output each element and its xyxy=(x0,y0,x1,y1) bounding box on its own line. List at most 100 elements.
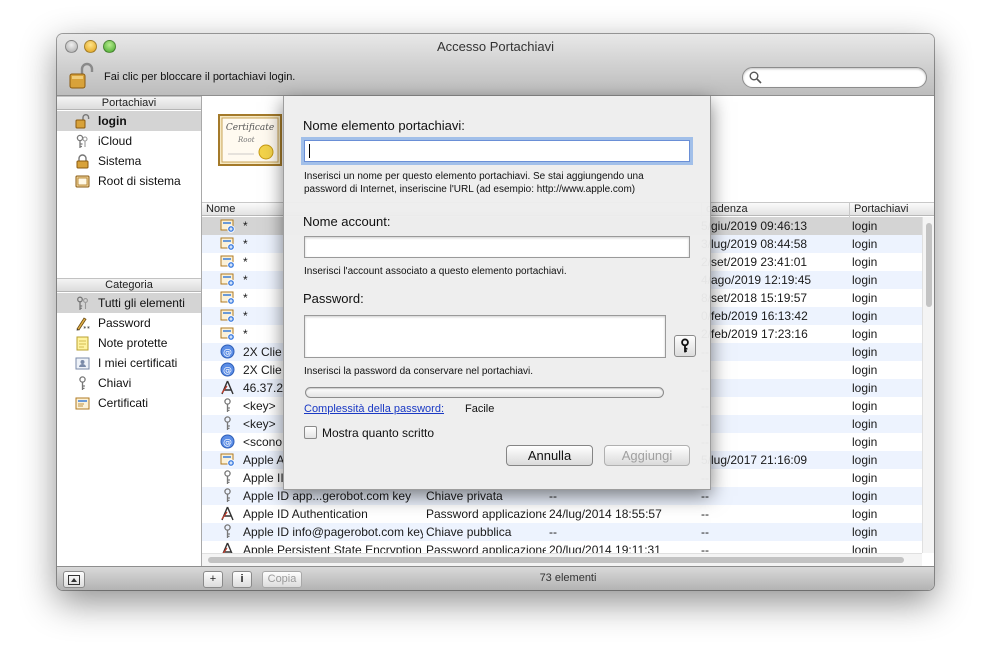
cert-person-icon xyxy=(75,357,90,370)
certificate-icon xyxy=(220,219,235,233)
cancel-button[interactable]: Annulla xyxy=(506,445,593,466)
sidebar-item-label: login xyxy=(98,114,127,128)
column-header-keychain[interactable]: Portachiavi xyxy=(849,203,934,217)
account-name-label: Nome account: xyxy=(303,214,391,229)
sidebar-item-secure-notes[interactable]: Note protette xyxy=(57,333,201,353)
row-expires: 2/feb/2019 17:23:16 xyxy=(701,327,808,341)
account-hint: Inserisci l'account associato a questo e… xyxy=(304,266,567,277)
sidebar-item-icloud[interactable]: iCloud xyxy=(57,131,201,151)
row-expires: 3/lug/2019 08:44:58 xyxy=(701,237,808,251)
svg-text:@: @ xyxy=(223,438,232,448)
keys-icon xyxy=(77,296,88,310)
sidebar-toggle-button[interactable] xyxy=(63,571,85,588)
show-typing-checkbox[interactable] xyxy=(304,426,317,439)
row-expires: -- xyxy=(701,361,848,379)
row-keychain: login xyxy=(852,255,878,269)
row-kind: Chiave pubblica xyxy=(426,525,512,539)
row-expires: -- xyxy=(701,489,709,503)
row-keychain: login xyxy=(852,363,878,377)
table-row[interactable]: Apple ID info@pagerobot.com key Chiave pu… xyxy=(202,523,922,541)
sidebar-item-login[interactable]: login xyxy=(57,111,201,131)
row-expires: 0/feb/2019 16:13:42 xyxy=(701,309,808,323)
add-button[interactable]: Aggiungi xyxy=(604,445,690,466)
sidebar-item-label: Chiavi xyxy=(98,376,132,390)
window-title: Accesso Portachiavi xyxy=(436,39,555,54)
show-typing-label[interactable]: Mostra quanto scritto xyxy=(322,426,434,440)
at-icon: @ xyxy=(220,362,235,377)
row-icon xyxy=(220,523,238,541)
certificate-icon xyxy=(75,397,90,410)
row-keychain: login xyxy=(852,417,878,431)
sidebar-item-certificates[interactable]: Certificati xyxy=(57,393,201,413)
row-expires: -- xyxy=(701,397,848,415)
svg-text:@: @ xyxy=(223,366,232,376)
password-strength-link[interactable]: Complessità della password: xyxy=(304,403,444,415)
row-kind: Password applicazione xyxy=(426,507,546,521)
cert-preview-subtitle: Root xyxy=(237,136,255,144)
row-icon xyxy=(220,397,238,415)
password-assistant-button[interactable] xyxy=(674,335,696,357)
row-icon xyxy=(220,307,238,325)
row-name: Apple Persistent State Encryption xyxy=(243,543,422,553)
key-icon xyxy=(79,376,86,390)
row-icon xyxy=(220,487,238,505)
vertical-scroll-thumb[interactable] xyxy=(926,223,932,307)
sidebar-toggle-icon xyxy=(68,575,80,585)
row-expires: 5/giu/2019 09:46:13 xyxy=(701,219,808,233)
search-field[interactable] xyxy=(742,67,927,88)
sidebar-item-my-certificates[interactable]: I miei certificati xyxy=(57,353,201,373)
horizontal-scroll-thumb[interactable] xyxy=(208,557,904,563)
item-name-input[interactable] xyxy=(304,140,690,162)
password-hint: Inserisci la password da conservare nel … xyxy=(304,366,533,377)
row-icon xyxy=(220,379,238,397)
sidebar-item-password[interactable]: *** Password xyxy=(57,313,201,333)
sidebar-item-sistema[interactable]: Sistema xyxy=(57,151,201,171)
app-icon xyxy=(222,542,233,553)
account-name-input[interactable] xyxy=(304,236,690,258)
key-icon xyxy=(224,488,231,502)
svg-text:***: *** xyxy=(83,326,90,332)
column-header-expires[interactable]: cadenza xyxy=(701,203,848,217)
row-expires: 8/set/2018 15:19:57 xyxy=(701,291,808,305)
cabinet-icon xyxy=(75,175,90,188)
password-input[interactable] xyxy=(304,315,666,358)
keychain-window: Accesso Portachiavi Fai clic per bloccar… xyxy=(57,34,934,590)
row-modified: 24/lug/2014 18:55:57 xyxy=(549,507,662,521)
search-icon xyxy=(749,71,762,84)
sidebar-item-root[interactable]: Root di sistema xyxy=(57,171,201,191)
row-name: Apple ID Authentication xyxy=(243,507,368,521)
row-icon xyxy=(220,271,238,289)
row-modified: 20/lug/2014 19:11:31 xyxy=(549,543,661,553)
certificate-icon xyxy=(220,291,235,305)
at-icon: @ xyxy=(220,344,235,359)
table-row[interactable]: Apple ID Authentication Password applicaz… xyxy=(202,505,922,523)
table-row[interactable]: Apple Persistent State Encryption Passwor… xyxy=(202,541,922,553)
vertical-scrollbar[interactable] xyxy=(922,217,934,553)
row-icon xyxy=(220,253,238,271)
row-icon xyxy=(220,217,238,235)
key-icon xyxy=(224,470,231,484)
row-expires: -- xyxy=(701,379,848,397)
sidebar-item-keys[interactable]: Chiavi xyxy=(57,373,201,393)
row-icon xyxy=(220,505,238,523)
sidebar-item-label: Certificati xyxy=(98,396,149,410)
key-icon xyxy=(681,338,689,353)
cert-preview-title: Certificate xyxy=(226,123,274,133)
sidebar-item-all-items[interactable]: Tutti gli elementi xyxy=(57,293,201,313)
row-icon: @ xyxy=(220,343,238,361)
horizontal-scrollbar[interactable] xyxy=(202,553,922,566)
keychain-icon xyxy=(76,134,88,148)
new-item-sheet: Nome elemento portachiavi: Inserisci un … xyxy=(283,96,711,490)
certificate-preview-icon: Certificate Root xyxy=(218,114,282,166)
category-header: Categoria xyxy=(57,278,201,292)
item-name-label: Nome elemento portachiavi: xyxy=(303,118,465,133)
sidebar-item-label: Tutti gli elementi xyxy=(98,296,185,310)
titlebar: Accesso Portachiavi Fai clic per bloccar… xyxy=(57,34,934,96)
certificate-icon xyxy=(220,327,235,341)
row-expires: -- xyxy=(701,343,848,361)
row-icon: @ xyxy=(220,361,238,379)
sidebar-item-label: Sistema xyxy=(98,154,142,168)
padlock-icon xyxy=(76,154,89,169)
row-expires: -- xyxy=(701,525,709,539)
padlock-open-icon[interactable] xyxy=(69,62,95,90)
